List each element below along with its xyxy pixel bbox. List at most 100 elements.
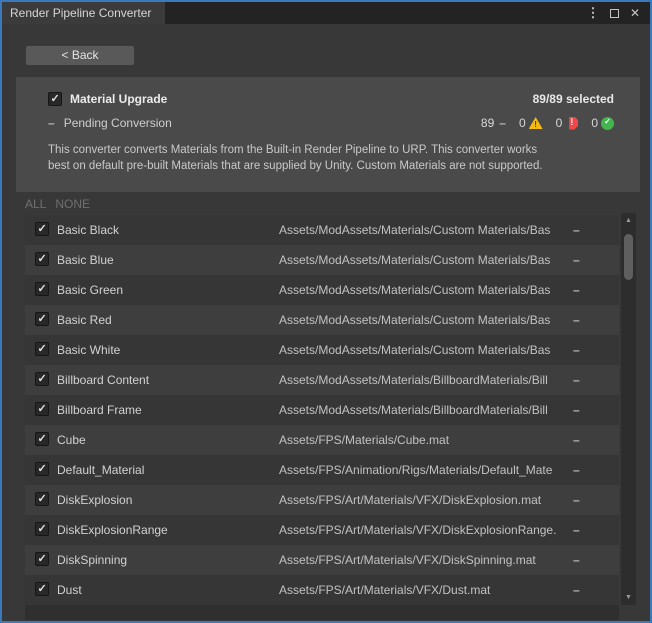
material-name: DiskExplosion: [57, 493, 132, 507]
material-name: Dust: [57, 583, 82, 597]
pending-conversion-row: – Pending Conversion 89 – 0 ! 0 ! 0 ✓: [48, 116, 614, 130]
select-all-link[interactable]: ALL: [25, 197, 46, 211]
material-name: Basic White: [57, 343, 120, 357]
material-status-dash-icon: –: [573, 253, 580, 267]
error-icon: !: [565, 117, 578, 130]
window-tab[interactable]: Render Pipeline Converter: [2, 2, 165, 24]
converter-checkbox[interactable]: [48, 92, 62, 106]
material-row[interactable]: Billboard Content Assets/ModAssets/Mater…: [25, 365, 619, 395]
maximize-box: [610, 9, 619, 18]
window-controls: ⋮ ✕: [586, 2, 650, 24]
material-row[interactable]: Basic Green Assets/ModAssets/Materials/C…: [25, 275, 619, 305]
material-path: Assets/ModAssets/Materials/Custom Materi…: [279, 283, 569, 297]
status-counts: 89 – 0 ! 0 ! 0 ✓: [481, 116, 614, 130]
close-icon[interactable]: ✕: [628, 5, 642, 21]
success-group: 0 ✓: [591, 116, 614, 130]
material-name: Billboard Frame: [57, 403, 142, 417]
converter-panel: Material Upgrade 89/89 selected – Pendin…: [16, 77, 640, 192]
warning-group: 0 !: [519, 116, 543, 130]
material-row[interactable]: DiskExplosion Assets/FPS/Art/Materials/V…: [25, 485, 619, 515]
material-path: Assets/FPS/Materials/Cube.mat: [279, 433, 569, 447]
selected-count: 89/89 selected: [533, 92, 614, 106]
converter-description-line1: This converter converts Materials from t…: [48, 142, 614, 158]
material-checkbox[interactable]: [35, 432, 49, 446]
pending-count: 89: [481, 116, 494, 130]
success-icon: ✓: [601, 117, 614, 130]
material-name: Billboard Content: [57, 373, 149, 387]
material-name: Cube: [57, 433, 86, 447]
material-path: Assets/ModAssets/Materials/Custom Materi…: [279, 253, 569, 267]
material-checkbox[interactable]: [35, 342, 49, 356]
material-path: Assets/ModAssets/Materials/BillboardMate…: [279, 373, 569, 387]
converter-description: This converter converts Materials from t…: [48, 142, 614, 174]
material-row[interactable]: Basic Blue Assets/ModAssets/Materials/Cu…: [25, 245, 619, 275]
material-status-dash-icon: –: [573, 463, 580, 477]
material-status-dash-icon: –: [573, 583, 580, 597]
material-row[interactable]: DiskSpinning Assets/FPS/Art/Materials/VF…: [25, 545, 619, 575]
material-row[interactable]: Dust Assets/FPS/Art/Materials/VFX/Dust.m…: [25, 575, 619, 605]
material-status-dash-icon: –: [573, 553, 580, 567]
select-none-link[interactable]: NONE: [55, 197, 90, 211]
material-status-dash-icon: –: [573, 373, 580, 387]
material-status-dash-icon: –: [573, 493, 580, 507]
material-name: Basic Green: [57, 283, 123, 297]
material-path: Assets/ModAssets/Materials/Custom Materi…: [279, 343, 569, 357]
converter-description-line2: best on default pre-built Materials that…: [48, 158, 614, 174]
materials-list: Basic Black Assets/ModAssets/Materials/C…: [25, 215, 619, 620]
material-row[interactable]: Basic Black Assets/ModAssets/Materials/C…: [25, 215, 619, 245]
warning-count: 0: [519, 116, 526, 130]
material-status-dash-icon: –: [573, 223, 580, 237]
material-path: Assets/FPS/Art/Materials/VFX/DiskSpinnin…: [279, 553, 569, 567]
scroll-down-icon[interactable]: ▼: [621, 594, 636, 601]
scrollbar[interactable]: ▲ ▼: [621, 213, 636, 605]
scroll-up-icon[interactable]: ▲: [621, 217, 636, 224]
material-row[interactable]: Default_Material Assets/FPS/Animation/Ri…: [25, 455, 619, 485]
material-checkbox[interactable]: [35, 312, 49, 326]
material-row[interactable]: Basic White Assets/ModAssets/Materials/C…: [25, 335, 619, 365]
material-checkbox[interactable]: [35, 582, 49, 596]
material-row[interactable]: Cube Assets/FPS/Materials/Cube.mat –: [25, 425, 619, 455]
material-name: DiskSpinning: [57, 553, 127, 567]
window-title: Render Pipeline Converter: [10, 6, 151, 20]
material-status-dash-icon: –: [573, 403, 580, 417]
titlebar: Render Pipeline Converter ⋮ ✕: [2, 2, 650, 24]
back-button[interactable]: < Back: [25, 45, 135, 66]
material-row[interactable]: Billboard Frame Assets/ModAssets/Materia…: [25, 395, 619, 425]
material-checkbox[interactable]: [35, 462, 49, 476]
material-row[interactable]: DiskExplosionRange Assets/FPS/Art/Materi…: [25, 515, 619, 545]
selection-links: ALL NONE: [25, 197, 90, 211]
converter-header-row: Material Upgrade 89/89 selected: [48, 92, 614, 106]
material-status-dash-icon: –: [573, 313, 580, 327]
material-status-dash-icon: –: [573, 433, 580, 447]
material-checkbox[interactable]: [35, 552, 49, 566]
warning-icon: !: [529, 117, 543, 129]
scroll-thumb[interactable]: [624, 234, 633, 280]
pending-mixed-state-icon[interactable]: –: [48, 116, 55, 130]
material-name: Basic Red: [57, 313, 112, 327]
material-name: Basic Black: [57, 223, 119, 237]
material-name: DiskExplosionRange: [57, 523, 168, 537]
converter-title: Material Upgrade: [70, 92, 167, 106]
material-path: Assets/FPS/Art/Materials/VFX/Dust.mat: [279, 583, 569, 597]
maximize-icon[interactable]: [607, 5, 621, 21]
material-status-dash-icon: –: [573, 283, 580, 297]
material-checkbox[interactable]: [35, 372, 49, 386]
material-checkbox[interactable]: [35, 522, 49, 536]
render-pipeline-converter-window: Render Pipeline Converter ⋮ ✕ < Back Mat…: [0, 0, 652, 623]
material-path: Assets/FPS/Art/Materials/VFX/DiskExplosi…: [279, 493, 569, 507]
material-status-dash-icon: –: [573, 343, 580, 357]
material-checkbox[interactable]: [35, 282, 49, 296]
material-checkbox[interactable]: [35, 402, 49, 416]
material-path: Assets/ModAssets/Materials/Custom Materi…: [279, 313, 569, 327]
material-path: Assets/ModAssets/Materials/Custom Materi…: [279, 223, 569, 237]
material-path: Assets/FPS/Art/Materials/VFX/DiskExplosi…: [279, 523, 569, 537]
material-checkbox[interactable]: [35, 252, 49, 266]
error-group: 0 !: [556, 116, 579, 130]
more-menu-icon[interactable]: ⋮: [586, 5, 600, 21]
error-count: 0: [556, 116, 563, 130]
pending-label: Pending Conversion: [64, 116, 172, 130]
material-checkbox[interactable]: [35, 492, 49, 506]
material-name: Basic Blue: [57, 253, 114, 267]
material-checkbox[interactable]: [35, 222, 49, 236]
material-row[interactable]: Basic Red Assets/ModAssets/Materials/Cus…: [25, 305, 619, 335]
